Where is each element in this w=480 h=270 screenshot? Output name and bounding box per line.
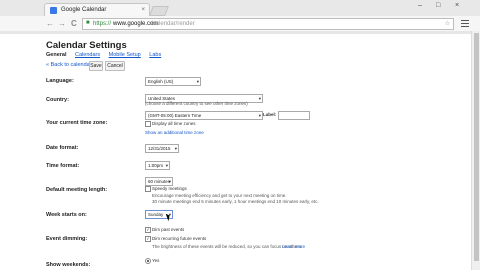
tab-labs[interactable]: Labs — [149, 52, 161, 58]
calendar-favicon-icon — [50, 7, 57, 14]
tab-general[interactable]: General — [46, 52, 66, 58]
country-note: (choose a different country to see other… — [145, 101, 248, 106]
chevron-down-icon: ▾ — [196, 79, 199, 84]
speedy-meetings-checkbox[interactable] — [145, 186, 151, 192]
bookmark-star-icon[interactable]: ☆ — [445, 19, 450, 29]
language-label: Language: — [46, 78, 74, 84]
timezone-select[interactable]: (GMT-05:00) Eastern Time ▾ — [145, 111, 263, 120]
page-scrollbar[interactable] — [471, 31, 480, 270]
dim-past-events-checkbox[interactable]: ✓ — [145, 227, 151, 233]
date-format-select[interactable]: 12/31/2015 ▾ — [145, 144, 179, 153]
meeting-length-label: Default meeting length: — [46, 187, 108, 193]
show-weekends-yes-radio[interactable] — [145, 258, 151, 264]
event-dimming-label: Event dimming: — [46, 236, 88, 242]
speedy-meetings-note-2: 30 minute meetings end 5 minutes early, … — [152, 199, 319, 204]
show-weekends-yes-label: Yes — [152, 258, 160, 263]
language-value: English (US) — [148, 79, 174, 84]
maximize-icon[interactable]: □ — [436, 2, 440, 9]
back-row: « Back to calendar — [46, 61, 92, 70]
back-arrow-icon[interactable]: ← — [46, 17, 54, 30]
chevron-down-icon: ▾ — [258, 96, 261, 101]
close-window-icon[interactable]: × — [455, 2, 459, 9]
learn-more-link[interactable]: Learn more — [282, 244, 305, 249]
time-format-value: 1:00pm — [148, 163, 164, 168]
dim-past-events-label: Dim past events — [152, 227, 185, 232]
meeting-length-select[interactable]: 60 minutes ▾ — [145, 177, 173, 186]
back-to-calendar-link[interactable]: « Back to calendar — [46, 62, 92, 68]
language-select[interactable]: English (US) ▾ — [145, 77, 201, 86]
meeting-length-value: 60 minutes — [148, 179, 171, 184]
week-start-label: Week starts on: — [46, 212, 87, 218]
page-top-bar — [0, 31, 480, 34]
timezone-label-input[interactable] — [278, 111, 310, 120]
display-all-timezones-checkbox[interactable] — [145, 121, 151, 127]
scrollbar-thumb[interactable] — [474, 33, 479, 261]
reload-icon[interactable]: C — [71, 17, 77, 30]
time-format-label: Time format: — [46, 163, 80, 169]
time-format-select[interactable]: 1:00pm ▾ — [145, 161, 170, 170]
date-format-label: Date format: — [46, 145, 79, 151]
minimize-icon[interactable]: – — [418, 2, 422, 9]
url-path: /calendar/render — [151, 21, 195, 27]
address-bar[interactable]: ■ https:// www.google.com /calendar/rend… — [82, 18, 454, 30]
save-button[interactable]: Save — [89, 61, 103, 71]
show-additional-timezone-link[interactable]: Show an additional time zone — [145, 130, 204, 135]
lock-icon: ■ — [86, 20, 90, 26]
week-start-value: Sunday — [148, 212, 164, 217]
country-label: Country: — [46, 97, 69, 103]
speedy-meetings-label: Speedy meetings — [152, 186, 187, 191]
settings-tabs: General Calendars Mobile Setup Labs — [46, 52, 168, 58]
display-all-timezones-label: Display all time zones — [152, 121, 196, 126]
browser-titlebar: Google Calendar × – □ × — [0, 0, 480, 17]
chevron-down-icon: ▾ — [258, 113, 261, 118]
dim-recurring-events-checkbox[interactable]: ✓ — [145, 236, 151, 242]
browser-menu-icon[interactable] — [459, 18, 471, 29]
new-tab-button[interactable] — [149, 6, 169, 16]
forward-arrow-icon[interactable]: → — [58, 17, 66, 30]
tab-mobile-setup[interactable]: Mobile Setup — [109, 52, 141, 58]
tab-calendars[interactable]: Calendars — [75, 52, 100, 58]
dim-recurring-events-label: Dim recurring future events — [152, 236, 207, 241]
chevron-down-icon: ▾ — [165, 163, 168, 168]
cancel-button[interactable]: Cancel — [105, 61, 125, 71]
page-title: Calendar Settings — [46, 40, 127, 51]
chevron-down-icon: ▾ — [168, 179, 171, 184]
url-protocol: https:// — [93, 21, 112, 27]
browser-tab[interactable]: Google Calendar × — [44, 3, 150, 17]
event-dimming-note: The brightness of these events will be r… — [152, 244, 303, 249]
browser-toolbar: ← → C ■ https:// www.google.com /calenda… — [0, 16, 480, 32]
speedy-meetings-note-1: Encourage meeting efficiency and get to … — [152, 193, 287, 198]
chevron-down-icon: ▾ — [174, 146, 177, 151]
show-weekends-label: Show weekends: — [46, 262, 91, 268]
timezone-label-field-label: Label: — [263, 112, 277, 117]
date-format-value: 12/31/2015 — [148, 146, 171, 151]
timezone-label: Your current time zone: — [46, 120, 108, 126]
timezone-value: (GMT-05:00) Eastern Time — [148, 113, 202, 118]
